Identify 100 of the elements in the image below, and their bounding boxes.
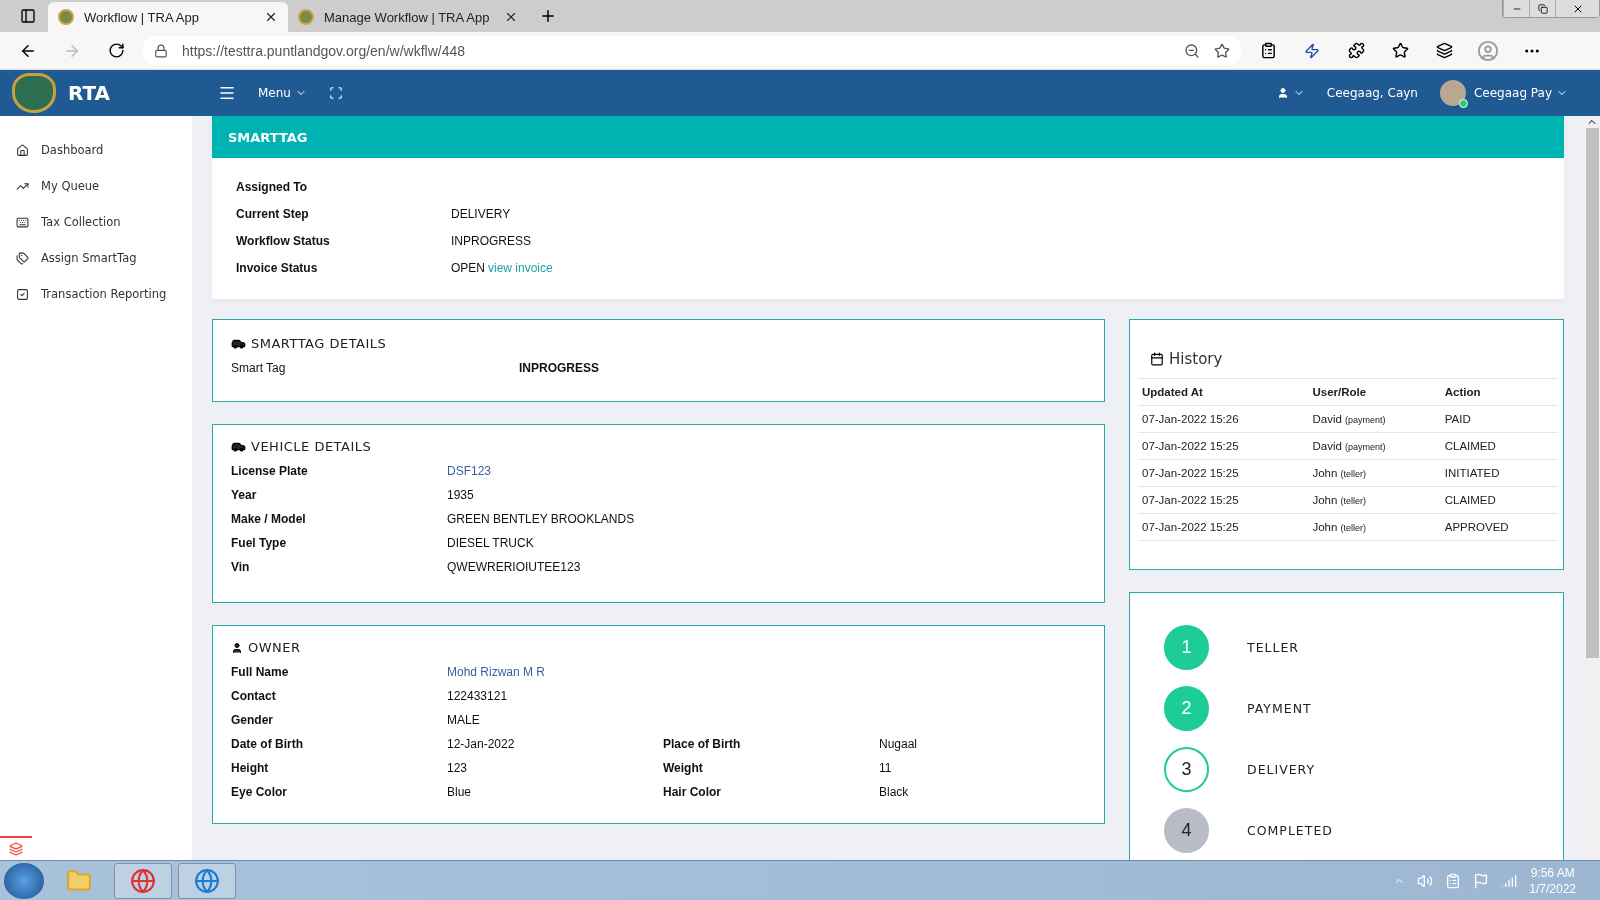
field-label: Weight	[663, 761, 704, 775]
house-icon	[16, 143, 29, 157]
table-cell: CLAIMED	[1440, 432, 1558, 460]
field-value: 11	[879, 761, 893, 775]
field-value: Nugaal	[879, 737, 919, 751]
clipboard-icon[interactable]	[1259, 42, 1277, 59]
field-label: Gender	[231, 713, 274, 727]
field-label: Vin	[231, 560, 251, 574]
field-label: License Plate	[231, 464, 309, 478]
profile-icon[interactable]	[1477, 39, 1499, 62]
value-link[interactable]: DSF123	[447, 464, 1086, 478]
table-cell: John (teller)	[1308, 486, 1441, 514]
scrollbar-thumb[interactable]	[1585, 128, 1599, 658]
calendar-icon	[1150, 352, 1164, 366]
field-label: Date of Birth	[231, 737, 304, 751]
favorite-star-icon[interactable]	[1214, 42, 1230, 59]
column-header: Action	[1440, 378, 1558, 406]
field-label: Height	[231, 761, 270, 775]
checkbox-icon	[16, 287, 29, 301]
card-header: SMARTTAG	[212, 116, 1564, 158]
field-value: INPROGRESS	[451, 234, 531, 248]
field-value: 123	[447, 761, 469, 775]
section-title: History	[1169, 350, 1223, 368]
brand-name: RTA	[68, 81, 111, 105]
table-cell: 07-Jan-2022 15:25	[1138, 432, 1309, 460]
fullscreen-icon[interactable]	[328, 86, 343, 100]
field-label: Full Name	[231, 665, 290, 679]
step-number: 3	[1164, 747, 1209, 792]
globe-icon[interactable]	[130, 867, 156, 894]
table-cell: John (teller)	[1308, 513, 1441, 541]
field-value: MALE	[447, 713, 481, 727]
step-label: PAYMENT	[1247, 701, 1312, 716]
globe-icon[interactable]	[194, 867, 220, 894]
value-link[interactable]: Mohd Rizwan M R	[447, 665, 663, 679]
field-value: 12-Jan-2022	[447, 737, 516, 751]
section-title: OWNER	[248, 640, 301, 655]
table-cell: INITIATED	[1440, 459, 1558, 487]
browser-tab[interactable]: Manage Workflow | TRA App	[288, 2, 528, 32]
address-bar[interactable]: https://testtra.puntlandgov.org/en/w/wkflw/448	[142, 35, 1242, 66]
field-label: Workflow Status	[236, 234, 331, 248]
favicon-icon	[58, 9, 74, 25]
field-label: Year	[231, 488, 258, 502]
table-cell: 07-Jan-2022 15:25	[1138, 459, 1309, 487]
field-label: Assigned To	[236, 180, 309, 194]
menu-icon[interactable]	[218, 84, 236, 102]
tab-actions-icon[interactable]	[20, 8, 36, 24]
browser-tab[interactable]: Workflow | TRA App	[48, 2, 288, 32]
extensions-icon[interactable]	[1347, 42, 1365, 59]
field-label: Hair Color	[663, 785, 722, 799]
field-label: Current Step	[236, 207, 310, 221]
step-number: 1	[1164, 625, 1209, 670]
field-value: OPEN	[451, 261, 485, 275]
step-number: 2	[1164, 686, 1209, 731]
table-cell: David (payment)	[1308, 405, 1441, 433]
emblem-logo	[12, 73, 56, 113]
field-value: Blue	[447, 785, 473, 799]
column-header: Updated At	[1138, 378, 1309, 406]
table-cell: 07-Jan-2022 15:25	[1138, 513, 1309, 541]
column-header: User/Role	[1308, 378, 1441, 406]
table-cell: John (teller)	[1308, 459, 1441, 487]
restore-icon[interactable]	[1537, 3, 1548, 14]
collections-icon[interactable]	[1435, 42, 1453, 59]
start-button[interactable]	[4, 862, 44, 899]
reload-icon[interactable]	[107, 42, 125, 59]
lock-icon	[154, 43, 168, 58]
field-value: GREEN BENTLEY BROOKLANDS	[447, 512, 636, 526]
table-cell: 07-Jan-2022 15:26	[1138, 405, 1309, 433]
tags-icon	[16, 251, 29, 265]
layers-icon[interactable]	[9, 842, 23, 856]
account-dropdown[interactable]: Ceegaag Pay	[1473, 86, 1552, 100]
field-label: Eye Color	[231, 785, 288, 799]
field-label: Contact	[231, 689, 277, 703]
table-cell: PAID	[1440, 405, 1558, 433]
menu-dropdown[interactable]: Menu	[258, 86, 291, 100]
sidebar-item[interactable]: My Queue	[0, 176, 192, 196]
field-value: 122433121	[447, 689, 509, 703]
sidebar-item[interactable]: Transaction Reporting	[0, 284, 192, 304]
step-number: 4	[1164, 808, 1209, 853]
new-tab-icon[interactable]	[539, 7, 557, 25]
section-title: SMARTTAG DETAILS	[251, 336, 387, 351]
favicon-icon	[298, 9, 314, 25]
online-dot	[1458, 99, 1468, 108]
field-label: Place of Birth	[663, 737, 742, 751]
sidebar-item[interactable]: Assign SmartTag	[0, 248, 192, 268]
field-label: Smart Tag	[231, 361, 287, 375]
sidebar-item[interactable]: Dashboard	[0, 140, 192, 160]
user-icon[interactable]	[1276, 87, 1289, 99]
section-title: VEHICLE DETAILS	[251, 439, 372, 454]
user-name: Ceegaag, Cayn	[1326, 86, 1418, 100]
close-icon[interactable]	[504, 10, 518, 24]
bolt-icon[interactable]	[1304, 42, 1320, 59]
step-label: TELLER	[1247, 640, 1300, 655]
field-value: DIESEL TRUCK	[447, 536, 535, 550]
sidebar-item[interactable]: Tax Collection	[0, 212, 192, 232]
favorites-icon[interactable]	[1391, 42, 1409, 59]
step-label: DELIVERY	[1247, 762, 1316, 777]
field-value: QWEWRERIOIUTEE123	[447, 560, 582, 574]
field-value: 1935	[447, 488, 475, 502]
close-icon[interactable]	[264, 10, 278, 24]
zoom-out-icon[interactable]	[1184, 42, 1200, 59]
